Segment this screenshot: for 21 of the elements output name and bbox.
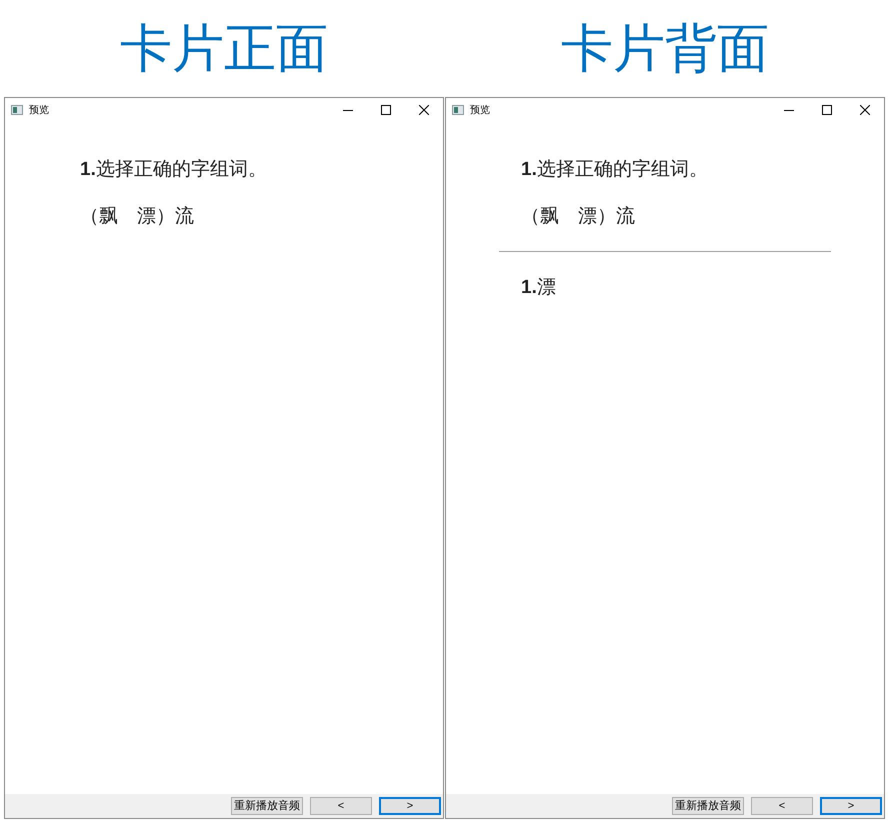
maximize-icon[interactable] [381, 105, 391, 115]
maximize-icon[interactable] [822, 105, 832, 115]
nav-button[interactable]: < [751, 797, 813, 815]
panel-heading: 卡片正面 [120, 22, 328, 74]
question-text: 1.选择正确的字组词。 [521, 158, 709, 182]
replay-audio-button[interactable]: 重新播放音频 [672, 797, 744, 815]
panel-heading: 卡片背面 [561, 22, 769, 74]
choices-text: （飘 漂）流 [80, 204, 195, 228]
nav-button[interactable]: < [310, 797, 372, 815]
window-title: 预览 [470, 104, 490, 118]
app-icon [11, 105, 23, 115]
replay-audio-button[interactable]: 重新播放音频 [231, 797, 303, 815]
nav-button[interactable]: > [379, 797, 441, 815]
answer-text: 1.漂 [520, 276, 557, 300]
choices-text: （飘 漂）流 [521, 204, 636, 228]
close-icon[interactable] [860, 105, 870, 115]
app-icon [452, 105, 464, 115]
nav-button[interactable]: > [820, 797, 882, 815]
close-icon[interactable] [419, 105, 429, 115]
question-text: 1.选择正确的字组词。 [80, 158, 268, 182]
window-title: 预览 [29, 104, 49, 118]
